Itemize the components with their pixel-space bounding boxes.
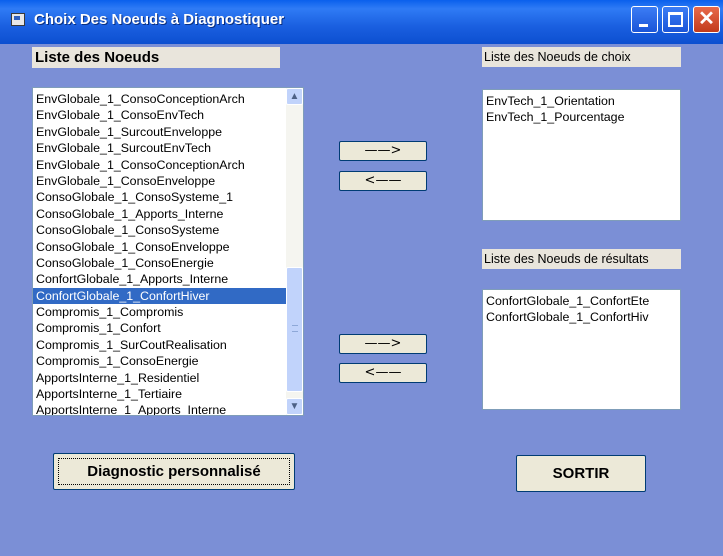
list-item[interactable]: ConsoGlobale_1_ConsoEnveloppe	[33, 239, 286, 255]
add-choix-button[interactable]: ——>	[339, 141, 427, 161]
sortir-button[interactable]: SORTIR	[516, 455, 646, 492]
list-item[interactable]: ConfortGlobale_1_Apports_Interne	[33, 271, 286, 287]
noeuds-list-items: EnvGlobale_1_ConsoConceptionArch EnvGloba…	[33, 88, 286, 415]
list-item[interactable]: Compromis_1_Compromis	[33, 304, 286, 320]
app-icon	[11, 13, 25, 26]
list-item[interactable]: EnvGlobale_1_ConsoConceptionArch	[33, 91, 286, 107]
label-noeuds-resultats: Liste des Noeuds de résultats	[482, 249, 681, 269]
list-item[interactable]: ConfortGlobale_1_ConfortHiver	[33, 287, 286, 305]
diagnostic-personnalise-button[interactable]: Diagnostic personnalisé	[53, 453, 295, 490]
choix-list-items: EnvTech_1_Orientation EnvTech_1_Pourcenta…	[483, 90, 680, 126]
close-button[interactable]: ✕	[693, 6, 720, 33]
chevron-up-icon: ▲	[289, 91, 300, 102]
list-item[interactable]: Compromis_1_Confort	[33, 320, 286, 336]
scroll-thumb[interactable]	[286, 267, 303, 392]
chevron-down-icon: ▼	[289, 401, 300, 412]
list-item[interactable]: EnvGlobale_1_SurcoutEnvTech	[33, 140, 286, 156]
list-item[interactable]: EnvTech_1_Pourcentage	[483, 109, 680, 125]
close-icon: ✕	[698, 8, 715, 30]
list-item[interactable]: EnvGlobale_1_SurcoutEnveloppe	[33, 124, 286, 140]
list-item[interactable]: Compromis_1_ConsoEnergie	[33, 353, 286, 369]
list-item[interactable]: EnvGlobale_1_ConsoConceptionArch	[33, 157, 286, 173]
add-resultat-button[interactable]: ——>	[339, 334, 427, 354]
minimize-icon	[639, 24, 648, 27]
list-item[interactable]: Compromis_1_SurCoutRealisation	[33, 337, 286, 353]
label-noeuds-choix: Liste des Noeuds de choix	[482, 47, 681, 67]
noeuds-listbox[interactable]: EnvGlobale_1_ConsoConceptionArch EnvGloba…	[32, 87, 304, 416]
choix-listbox[interactable]: EnvTech_1_Orientation EnvTech_1_Pourcenta…	[482, 89, 681, 221]
list-item[interactable]: EnvGlobale_1_ConsoEnveloppe	[33, 173, 286, 189]
grip-icon	[292, 325, 298, 332]
list-item[interactable]: ApportsInterne_1_Apports_Interne	[33, 402, 286, 415]
list-item[interactable]: ConsoGlobale_1_ConsoSysteme	[33, 222, 286, 238]
noeuds-scrollbar[interactable]: ▲ ▼	[286, 88, 303, 415]
scroll-down-button[interactable]: ▼	[286, 398, 303, 415]
list-item[interactable]: ConfortGlobale_1_ConfortHiv	[483, 309, 680, 325]
list-item[interactable]: ConsoGlobale_1_ConsoEnergie	[33, 255, 286, 271]
resultats-listbox[interactable]: ConfortGlobale_1_ConfortEte ConfortGlobal…	[482, 289, 681, 410]
title-bar[interactable]: Choix Des Noeuds à Diagnostiquer ✕	[0, 0, 723, 44]
scroll-up-button[interactable]: ▲	[286, 88, 303, 105]
list-item[interactable]: ConfortGlobale_1_ConfortEte	[483, 293, 680, 309]
list-item[interactable]: ConsoGlobale_1_Apports_Interne	[33, 206, 286, 222]
list-item[interactable]: EnvGlobale_1_ConsoEnvTech	[33, 107, 286, 123]
resultats-list-items: ConfortGlobale_1_ConfortEte ConfortGlobal…	[483, 290, 680, 326]
list-item[interactable]: ConsoGlobale_1_ConsoSysteme_1	[33, 189, 286, 205]
list-item[interactable]: ApportsInterne_1_Tertiaire	[33, 386, 286, 402]
list-item[interactable]: EnvTech_1_Orientation	[483, 93, 680, 109]
remove-choix-button[interactable]: <——	[339, 171, 427, 191]
maximize-button[interactable]	[662, 6, 689, 33]
window-title: Choix Des Noeuds à Diagnostiquer	[34, 11, 285, 28]
remove-resultat-button[interactable]: <——	[339, 363, 427, 383]
list-item[interactable]: ApportsInterne_1_Residentiel	[33, 370, 286, 386]
label-liste-noeuds: Liste des Noeuds	[32, 47, 280, 68]
minimize-button[interactable]	[631, 6, 658, 33]
maximize-icon	[668, 12, 683, 27]
